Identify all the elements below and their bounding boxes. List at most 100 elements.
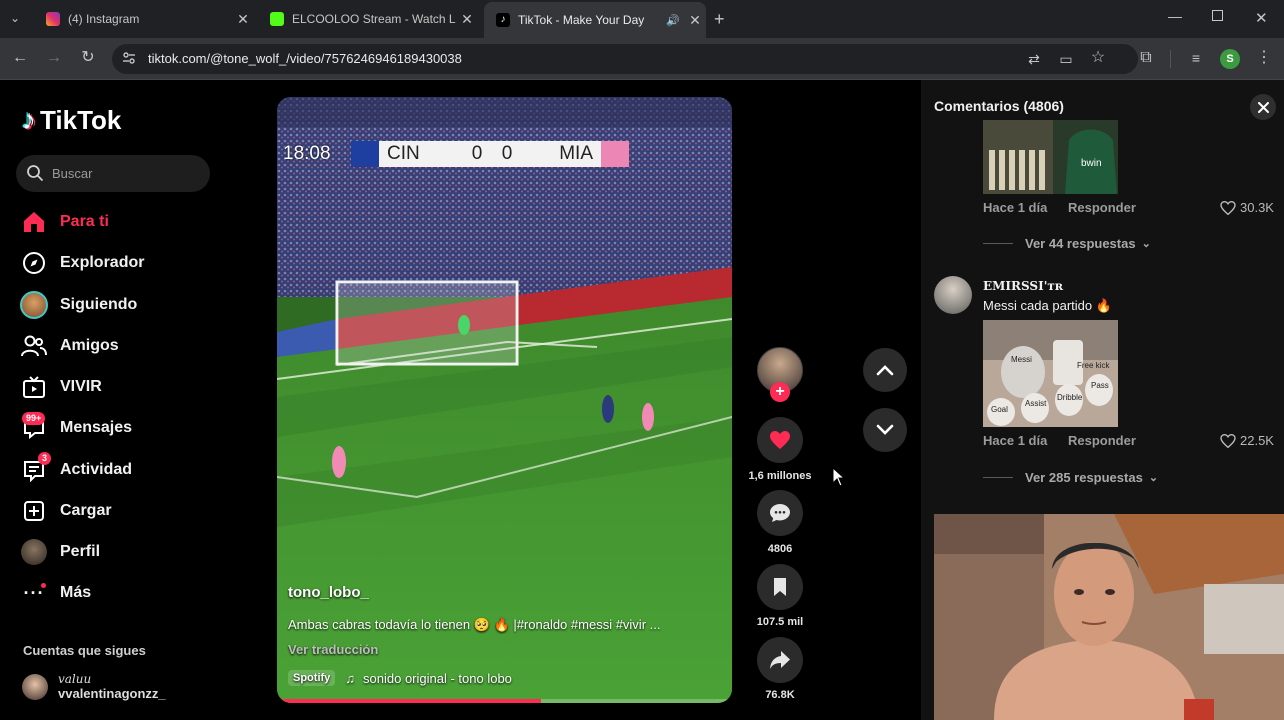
tab-search-dropdown-icon[interactable]: ⌄ <box>10 11 20 25</box>
nav-label: Siguiendo <box>60 296 138 313</box>
video-progress-fill <box>277 699 541 703</box>
kick-favicon-icon <box>270 12 284 26</box>
nav-label: Para ti <box>60 213 109 230</box>
browser-tab-bar: ⌄ (4) Instagram ✕ ELCOOLOO Stream - Watc… <box>0 0 1284 38</box>
heart-icon <box>770 431 790 449</box>
home-team: CIN <box>387 143 420 164</box>
following-account-username: vvalentinagonzz_ <box>58 686 166 701</box>
reload-icon[interactable]: ↻ <box>78 50 98 66</box>
tiktok-logo[interactable]: ♪ TikTok <box>22 104 121 136</box>
profile-avatar[interactable]: S <box>1220 49 1240 69</box>
webcam-person-image <box>934 514 1284 720</box>
tab-title: (4) Instagram <box>68 12 140 26</box>
nav-mas[interactable]: ··· Más <box>20 578 92 608</box>
translate-icon[interactable]: ⇄ <box>1024 51 1044 67</box>
previous-video-button[interactable] <box>863 348 907 392</box>
video-author[interactable]: tono_lobo_ <box>288 584 369 601</box>
comment-count: 4806 <box>767 543 793 555</box>
tiktok-wordmark: TikTok <box>40 104 122 135</box>
search-input[interactable]: Buscar <box>16 155 210 192</box>
nav-perfil[interactable]: Perfil <box>20 537 100 567</box>
nav-cargar[interactable]: Cargar <box>20 496 112 526</box>
comment-like-button[interactable]: 30.3K <box>1220 200 1274 215</box>
webcam-overlay <box>934 514 1284 720</box>
next-video-button[interactable] <box>863 408 907 452</box>
reply-button[interactable]: Responder <box>1068 433 1136 448</box>
back-icon[interactable]: ← <box>10 50 30 66</box>
view-replies-button[interactable]: Ver 44 respuestas ⌄ <box>983 236 1151 251</box>
share-button[interactable] <box>757 637 803 683</box>
save-count: 107.5 mil <box>756 616 804 628</box>
follow-plus-icon[interactable]: + <box>770 382 790 402</box>
like-button[interactable] <box>757 417 803 463</box>
away-team-color <box>601 141 629 167</box>
bookmark-star-icon[interactable]: ☆ <box>1088 50 1108 66</box>
replies-line <box>983 243 1013 244</box>
view-replies-label: Ver 44 respuestas <box>1025 236 1136 251</box>
comment-like-button[interactable]: 22.5K <box>1220 433 1274 448</box>
nav-actividad[interactable]: 3 Actividad <box>20 452 132 485</box>
svg-text:bwin: bwin <box>1081 158 1102 169</box>
comment-avatar[interactable] <box>934 276 972 314</box>
nav-vivir[interactable]: VIVIR <box>20 372 102 402</box>
close-tab-icon[interactable]: ✕ <box>684 12 706 29</box>
comment-image-jersey: bwin <box>983 120 1118 194</box>
sticker-label: Pass <box>1091 381 1109 390</box>
comment-icon <box>770 504 790 522</box>
messages-icon: 99+ <box>20 412 48 442</box>
browser-menu-icon[interactable]: ⋮ <box>1254 50 1274 66</box>
cast-icon[interactable]: ▭ <box>1056 51 1076 67</box>
following-account-avatar <box>22 673 48 700</box>
comment-button[interactable] <box>757 490 803 536</box>
speaker-icon[interactable]: 🔊 <box>662 14 684 27</box>
tab-instagram[interactable]: (4) Instagram ✕ <box>34 4 254 34</box>
following-avatar-icon <box>20 291 48 319</box>
nav-amigos[interactable]: Amigos <box>20 331 119 361</box>
close-icon <box>1257 101 1269 113</box>
video-player[interactable]: 18:08 CIN 0 0 MIA tono_lobo_ Ambas cabra… <box>277 97 732 703</box>
close-tab-icon[interactable]: ✕ <box>232 11 254 28</box>
music-note-icon: ♫ <box>345 670 356 686</box>
following-account-display-name: valuu <box>58 672 92 686</box>
site-settings-icon[interactable] <box>122 51 136 65</box>
browser-toolbar: ← → ↻ tiktok.com/@tone_wolf_/video/75762… <box>0 38 1284 80</box>
tab-title: TikTok - Make Your Day <box>518 13 645 27</box>
nav-para-ti[interactable]: Para ti <box>20 207 109 237</box>
forward-icon[interactable]: → <box>44 50 64 66</box>
nav-label: Amigos <box>60 337 119 354</box>
reply-button[interactable]: Responder <box>1068 200 1136 215</box>
video-progress-bar[interactable] <box>277 699 732 703</box>
media-controls-icon[interactable]: ≡ <box>1186 50 1206 66</box>
sticker-label: Free kick <box>1077 361 1110 370</box>
messages-badge: 99+ <box>22 412 46 425</box>
new-tab-button[interactable]: + <box>714 9 725 30</box>
save-button[interactable] <box>757 564 803 610</box>
nav-siguiendo[interactable]: Siguiendo <box>20 290 137 320</box>
close-tab-icon[interactable]: ✕ <box>456 11 478 28</box>
video-sound[interactable]: Spotify ♫ sonido original - tono lobo <box>288 670 512 686</box>
scoreboard: 18:08 CIN 0 0 MIA <box>283 141 629 167</box>
extensions-icon[interactable]: ⧉ <box>1136 50 1156 66</box>
chevron-up-icon <box>876 365 894 376</box>
address-bar[interactable]: tiktok.com/@tone_wolf_/video/75762469461… <box>112 44 1138 74</box>
spotify-tag[interactable]: Spotify <box>288 670 336 686</box>
activity-icon: 3 <box>20 452 52 484</box>
nav-mensajes[interactable]: 99+ Mensajes <box>20 412 132 443</box>
close-comments-button[interactable] <box>1250 94 1276 120</box>
comment-username[interactable]: EMIRSSI'ᴛʀ <box>983 279 1063 293</box>
nav-label: Cargar <box>60 502 112 519</box>
mouse-cursor-icon <box>832 467 846 487</box>
tab-elcooloo[interactable]: ELCOOLOO Stream - Watch Live ✕ <box>258 4 478 34</box>
restore-window-button[interactable] <box>1212 10 1223 21</box>
close-window-button[interactable]: ✕ <box>1255 9 1268 27</box>
sticker-label: Messi <box>1011 355 1032 364</box>
view-replies-button[interactable]: Ver 285 respuestas ⌄ <box>983 470 1158 485</box>
toolbar-divider <box>1170 50 1171 68</box>
heart-outline-icon <box>1220 200 1236 215</box>
tab-tiktok[interactable]: ♪ TikTok - Make Your Day 🔊 ✕ <box>484 2 706 38</box>
minimize-window-button[interactable]: — <box>1168 8 1182 24</box>
nav-explorador[interactable]: Explorador <box>20 248 144 278</box>
following-account-item[interactable]: valuu vvalentinagonzz_ <box>22 672 166 701</box>
see-translation-link[interactable]: Ver traducción <box>288 642 378 657</box>
match-clock: 18:08 <box>283 143 331 164</box>
